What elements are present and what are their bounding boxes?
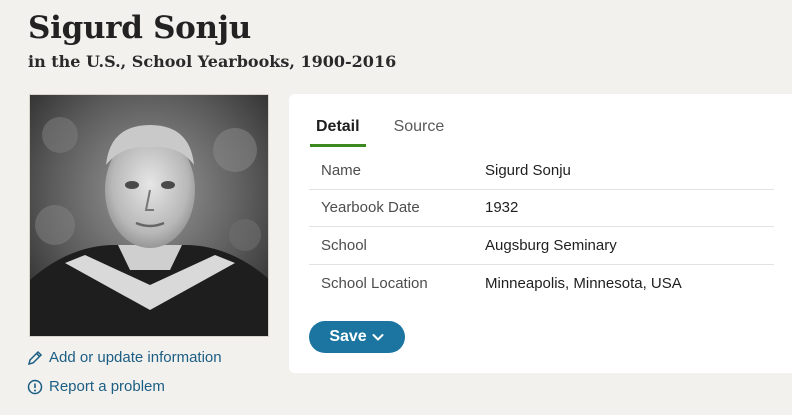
chevron-down-icon — [371, 330, 385, 344]
detail-row-school-location: School Location Minneapolis, Minnesota, … — [309, 265, 774, 303]
detail-value: Minneapolis, Minnesota, USA — [485, 274, 682, 292]
report-problem-label: Report a problem — [49, 378, 165, 395]
add-update-info-link[interactable]: Add or update information — [27, 349, 222, 366]
page-title: Sigurd Sonju — [28, 10, 251, 46]
detail-value: 1932 — [485, 199, 519, 217]
tab-detail[interactable]: Detail — [310, 116, 366, 147]
add-update-info-label: Add or update information — [49, 349, 222, 366]
pencil-icon — [27, 350, 43, 366]
detail-label: School Location — [321, 274, 428, 292]
record-detail-card: Detail Source Name Sigurd Sonju Yearbook… — [289, 94, 792, 373]
collection-subtitle: in the U.S., School Yearbooks, 1900-2016 — [28, 52, 397, 71]
detail-label: Yearbook Date — [321, 199, 420, 217]
save-button-label: Save — [329, 328, 367, 345]
detail-value: Augsburg Seminary — [485, 236, 617, 254]
detail-table: Name Sigurd Sonju Yearbook Date 1932 Sch… — [309, 152, 774, 302]
detail-label: School — [321, 236, 367, 254]
detail-row-school: School Augsburg Seminary — [309, 227, 774, 265]
alert-circle-icon — [27, 379, 43, 395]
detail-row-yearbook-date: Yearbook Date 1932 — [309, 190, 774, 227]
detail-label: Name — [321, 161, 362, 179]
tab-source[interactable]: Source — [388, 116, 451, 147]
record-tabs: Detail Source — [310, 116, 450, 147]
detail-value: Sigurd Sonju — [485, 161, 571, 179]
portrait-image — [30, 95, 268, 336]
yearbook-photo[interactable] — [29, 94, 269, 337]
detail-row-name: Name Sigurd Sonju — [309, 152, 774, 190]
report-problem-link[interactable]: Report a problem — [27, 378, 165, 395]
save-button[interactable]: Save — [309, 321, 405, 353]
